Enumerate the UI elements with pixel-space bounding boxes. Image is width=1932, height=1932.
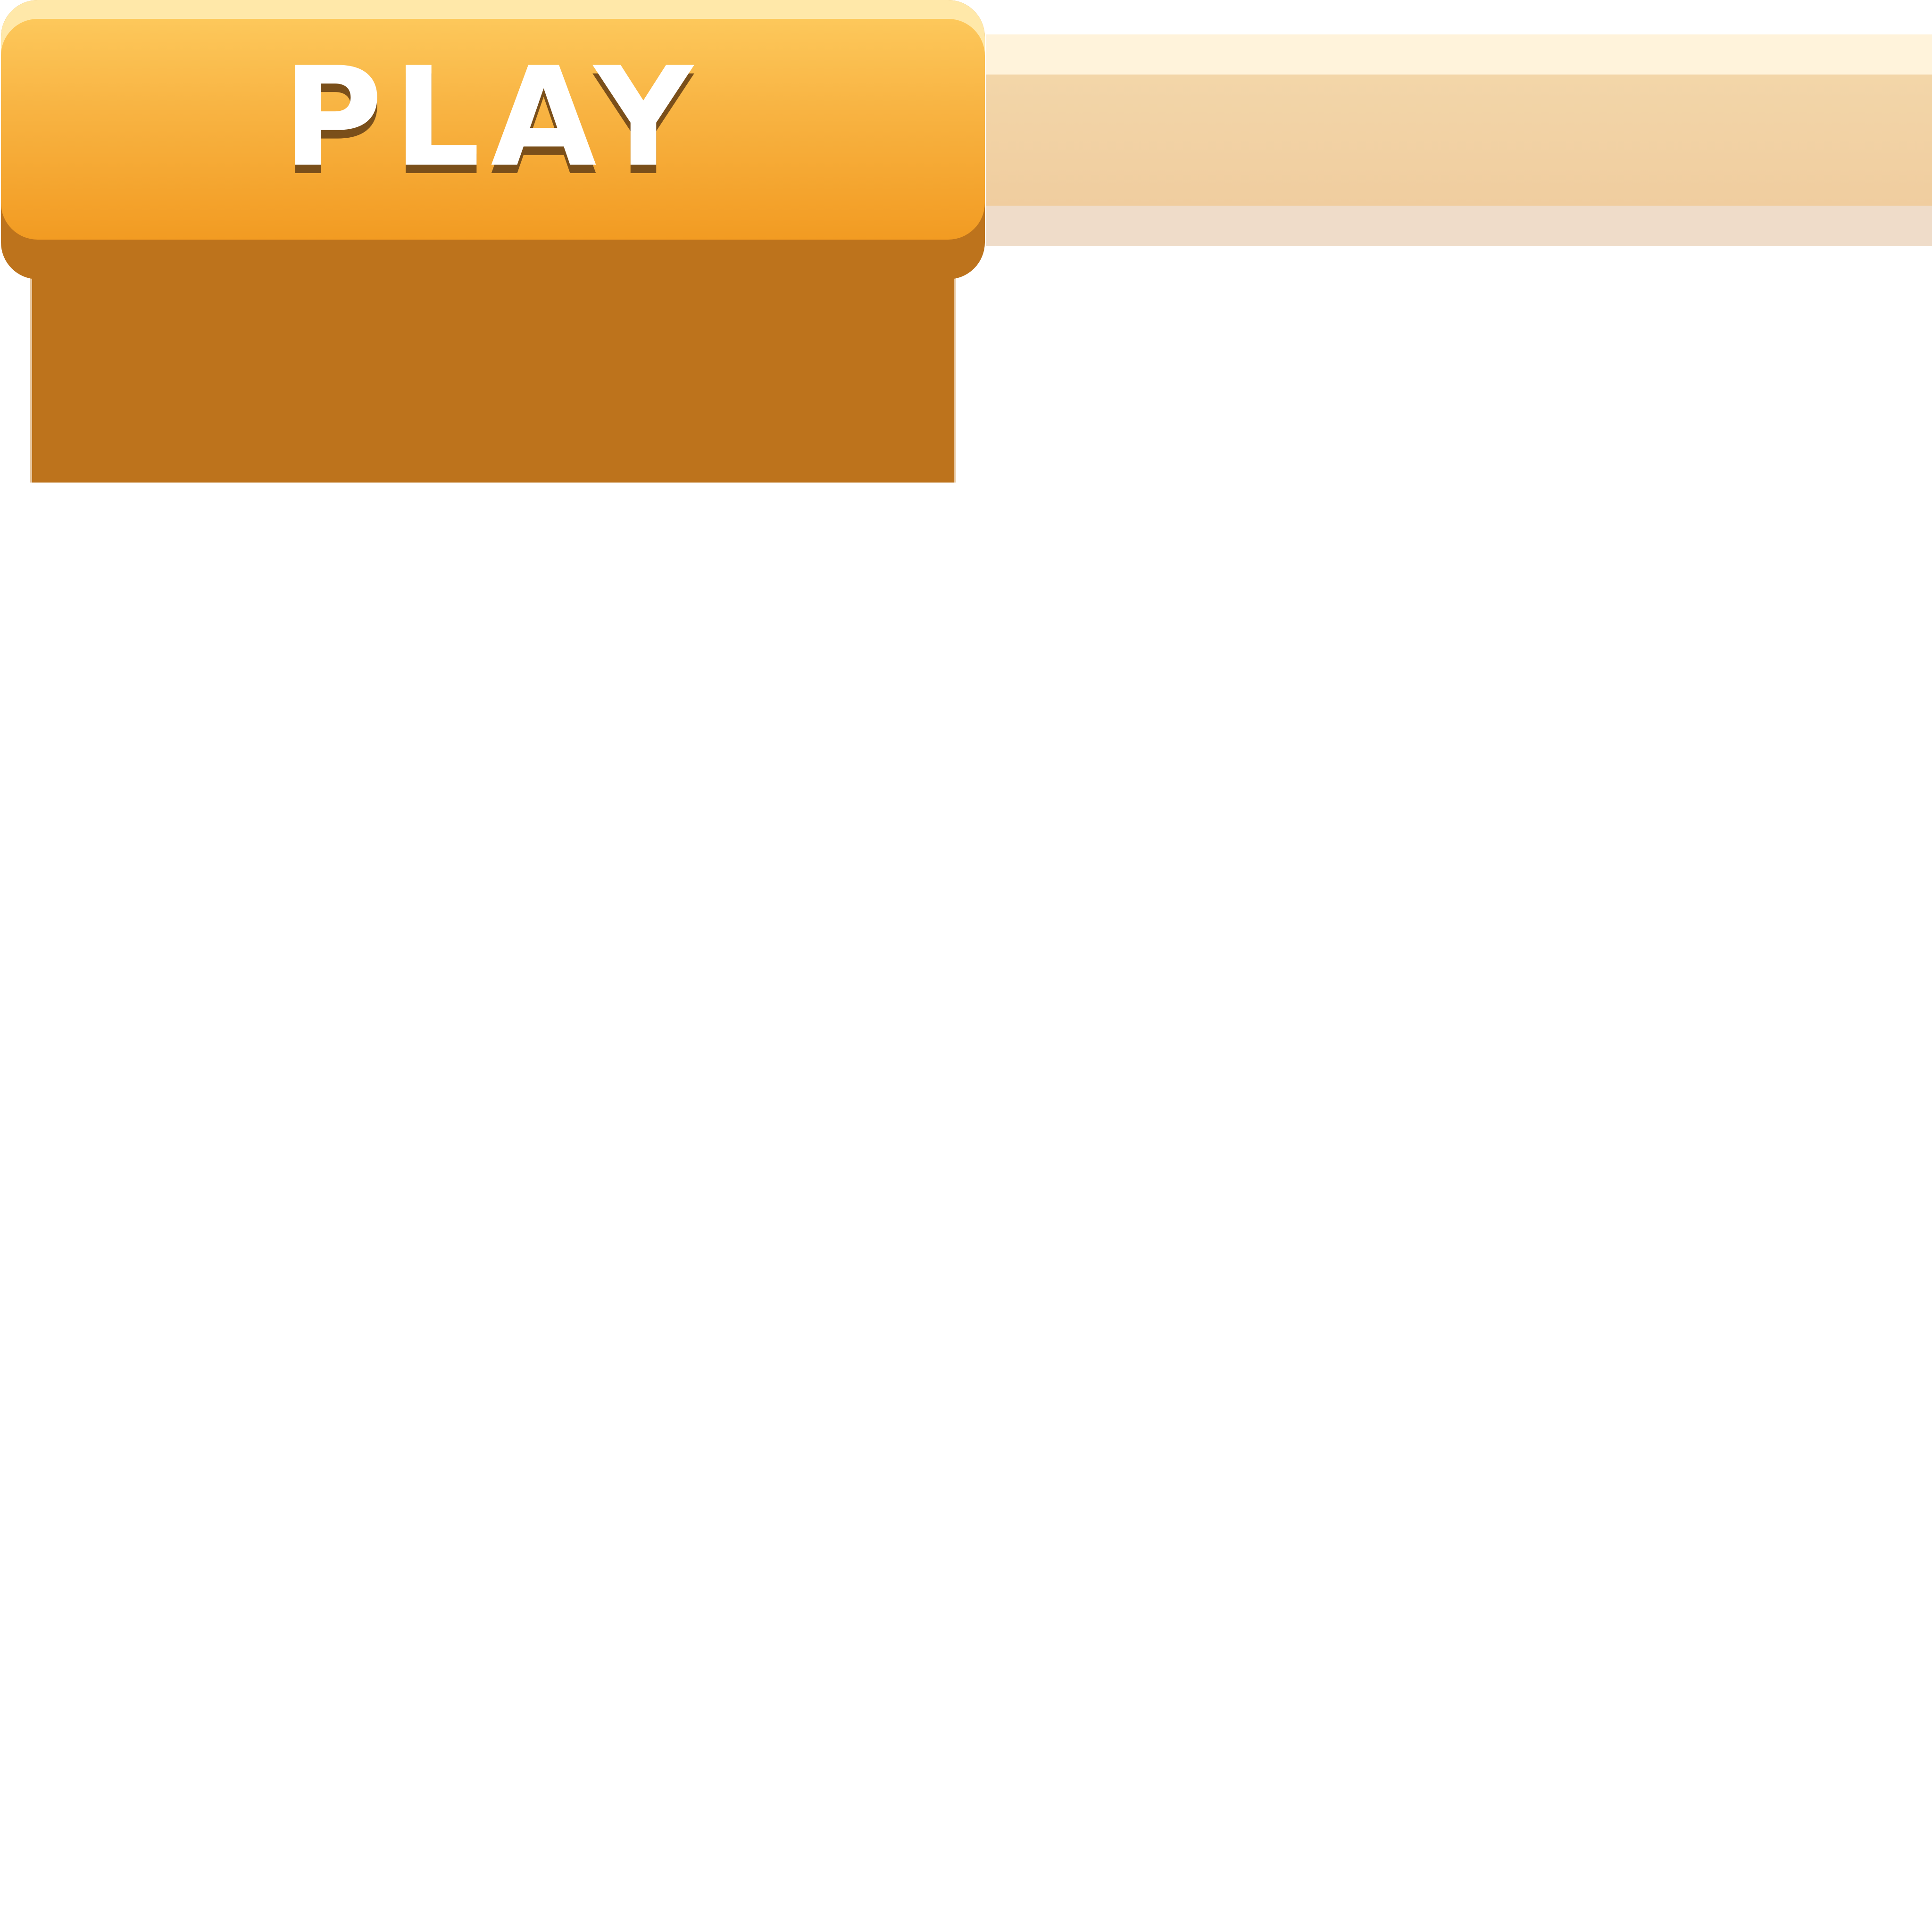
button-pressed-base-sprite	[32, 264, 954, 483]
progress-bar-middle-band	[986, 75, 1932, 206]
progress-bar-sprite	[986, 34, 1932, 246]
progress-bar-bottom-band	[986, 206, 1932, 246]
progress-bar-top-band	[986, 34, 1932, 75]
play-button-label: PLAY	[282, 38, 703, 197]
play-button[interactable]: PLAY	[1, 0, 985, 279]
